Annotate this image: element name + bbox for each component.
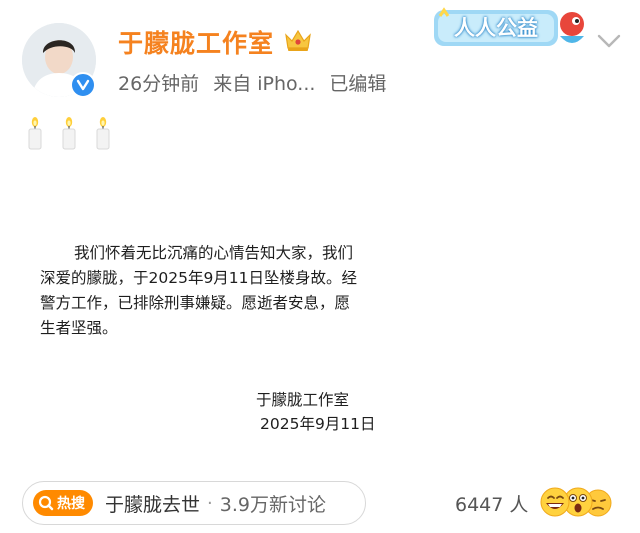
statement-signature: 于朦胧工作室 [256, 391, 350, 409]
statement-date: 2025年9月11日 [260, 415, 376, 433]
hot-search-label: 热搜 [57, 496, 85, 512]
edited-label[interactable]: 已编辑 [329, 69, 386, 96]
statement-line: 生者坚强。 [40, 319, 118, 337]
hot-search-tag: 热搜 [33, 490, 93, 516]
chevron-down-icon[interactable] [596, 32, 622, 50]
candle-emoji-row [26, 116, 112, 150]
hot-topic-link[interactable]: 热搜 于朦胧去世 · 3.9万新讨论 [22, 481, 366, 525]
candle-icon [96, 117, 110, 150]
charity-badge-label: 人人公益 [454, 16, 538, 40]
verified-badge-icon [70, 72, 96, 98]
reaction-emojis-icon[interactable] [538, 485, 618, 519]
search-icon [38, 495, 54, 511]
member-crown-icon [285, 29, 311, 51]
topic-separator: · [207, 492, 213, 514]
candle-icon [62, 117, 76, 150]
author-name[interactable]: 于朦胧工作室 [118, 24, 274, 60]
post-meta: 26分钟前 来自 iPho... 已编辑 [118, 69, 386, 96]
topic-discussion-count: 3.9万新讨论 [219, 493, 326, 516]
reaction-count[interactable]: 6447 人 [455, 490, 528, 517]
candle-icon [28, 117, 42, 150]
statement-line: 深爱的朦胧，于2025年9月11日坠楼身故。经 [40, 269, 358, 287]
post-source[interactable]: 来自 iPho... [213, 69, 315, 96]
topic-title: 于朦胧去世 [105, 493, 201, 516]
statement-line: 警方工作，已排除刑事嫌疑。愿逝者安息，愿 [40, 294, 351, 312]
statement-body: 我们怀着无比沉痛的心情告知大家，我们 深爱的朦胧，于2025年9月11日坠楼身故… [40, 241, 400, 341]
post-time: 26分钟前 [118, 73, 200, 95]
statement-line: 我们怀着无比沉痛的心情告知大家，我们 [74, 244, 354, 262]
